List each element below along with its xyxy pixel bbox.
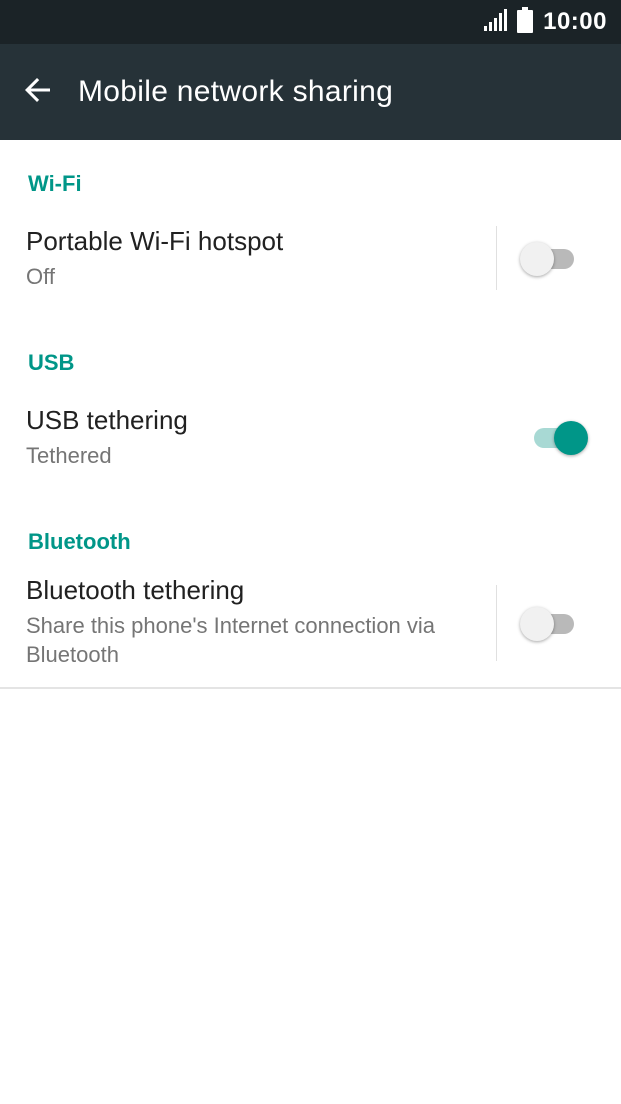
usb-tethering-switch[interactable]	[530, 418, 590, 458]
bluetooth-tethering-title: Bluetooth tethering	[26, 575, 245, 605]
switch-thumb	[554, 421, 588, 455]
status-bar: 10:00	[0, 0, 621, 44]
status-icons: 10:00	[483, 0, 607, 44]
divider	[496, 226, 497, 290]
bluetooth-tethering-row[interactable]: Bluetooth tethering Share this phone's I…	[0, 566, 621, 684]
section-header-wifi: Wi-Fi	[28, 171, 82, 196]
usb-tethering-row[interactable]: USB tethering Tethered	[0, 392, 621, 492]
app-bar: Mobile network sharing	[0, 44, 621, 140]
list-divider	[0, 687, 621, 689]
divider	[496, 585, 497, 661]
portable-wifi-hotspot-title: Portable Wi-Fi hotspot	[26, 226, 284, 256]
switch-thumb	[520, 607, 554, 641]
page-title: Mobile network sharing	[78, 75, 394, 108]
portable-wifi-hotspot-summary: Off	[26, 264, 55, 289]
back-button[interactable]	[14, 68, 62, 116]
section-header-bluetooth: Bluetooth	[28, 529, 131, 554]
bluetooth-tethering-switch[interactable]	[520, 604, 580, 644]
section-header-usb: USB	[28, 350, 75, 375]
portable-wifi-hotspot-switch[interactable]	[520, 239, 580, 279]
usb-tethering-title: USB tethering	[26, 405, 188, 435]
status-time: 10:00	[543, 8, 607, 35]
usb-tethering-summary: Tethered	[26, 443, 112, 468]
signal-icon	[483, 8, 508, 37]
bluetooth-tethering-summary-line1: Share this phone's Internet connection v…	[26, 613, 436, 638]
bluetooth-tethering-summary-line2: Bluetooth	[26, 642, 119, 667]
switch-thumb	[520, 242, 554, 276]
arrow-back-icon	[22, 74, 54, 111]
portable-wifi-hotspot-row[interactable]: Portable Wi-Fi hotspot Off	[0, 212, 621, 312]
battery-icon	[517, 6, 534, 38]
